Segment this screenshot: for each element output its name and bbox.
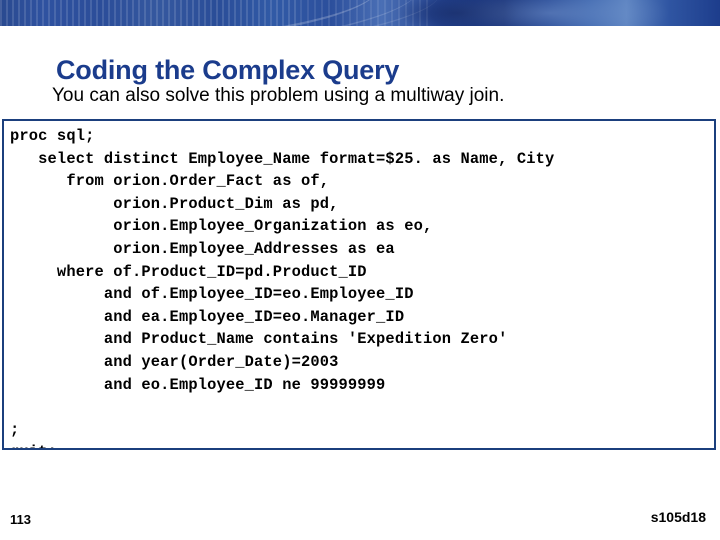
code-block-container: proc sql; select distinct Employee_Name …: [2, 119, 716, 450]
page-title: Coding the Complex Query: [56, 55, 400, 86]
banner-light-glow: [430, 0, 670, 26]
banner-swoosh-curve-3: [57, 0, 443, 26]
sql-code-text: proc sql; select distinct Employee_Name …: [10, 127, 555, 448]
slide-banner: [0, 0, 720, 26]
slide-page-number: 113: [10, 512, 31, 527]
course-document-code: s105d18: [650, 509, 706, 525]
slide-subtitle: You can also solve this problem using a …: [52, 85, 505, 106]
